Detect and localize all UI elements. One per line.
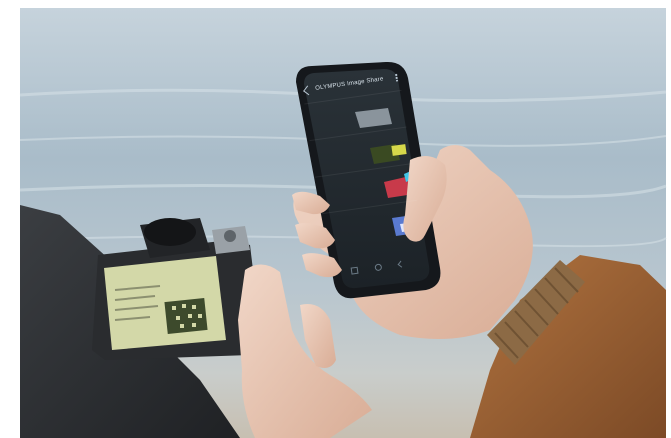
app-title: OLYMPUS Image Share (314, 76, 384, 92)
app-menu-list (304, 89, 423, 262)
nav-back-icon[interactable] (397, 260, 405, 268)
more-menu-icon[interactable] (395, 73, 399, 82)
phone-nav-bar (342, 258, 412, 276)
back-icon[interactable] (303, 84, 313, 95)
recent-apps-icon[interactable] (350, 266, 358, 275)
home-icon[interactable] (373, 262, 382, 271)
camera-rear-screen (100, 256, 218, 345)
